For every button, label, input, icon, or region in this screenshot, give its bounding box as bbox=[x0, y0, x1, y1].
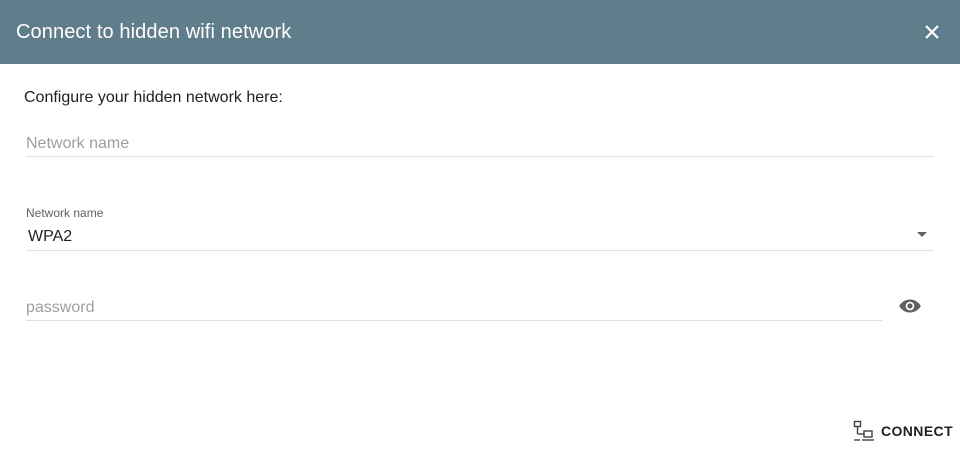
password-input[interactable] bbox=[26, 297, 882, 319]
dialog-intro-text: Configure your hidden network here: bbox=[24, 89, 283, 106]
dialog-header: Connect to hidden wifi network bbox=[0, 0, 960, 64]
dialog-title: Connect to hidden wifi network bbox=[16, 21, 292, 43]
eye-icon bbox=[899, 299, 921, 313]
password-field bbox=[26, 297, 882, 321]
network-name-field bbox=[26, 133, 934, 157]
close-button[interactable] bbox=[920, 20, 944, 44]
close-icon bbox=[925, 25, 939, 39]
hidden-wifi-dialog: Connect to hidden wifi network Configure… bbox=[0, 0, 960, 457]
toggle-password-visibility-button[interactable] bbox=[897, 294, 923, 318]
security-select-value: WPA2 bbox=[28, 228, 73, 245]
security-select-label: Network name bbox=[26, 206, 104, 220]
network-name-input[interactable] bbox=[26, 133, 934, 155]
dropdown-arrow-icon bbox=[917, 232, 927, 237]
connect-button[interactable]: CONNECT bbox=[846, 414, 954, 448]
network-connect-icon bbox=[853, 420, 874, 441]
connect-button-label: CONNECT bbox=[881, 423, 954, 439]
security-select[interactable]: Network name WPA2 bbox=[26, 205, 934, 251]
